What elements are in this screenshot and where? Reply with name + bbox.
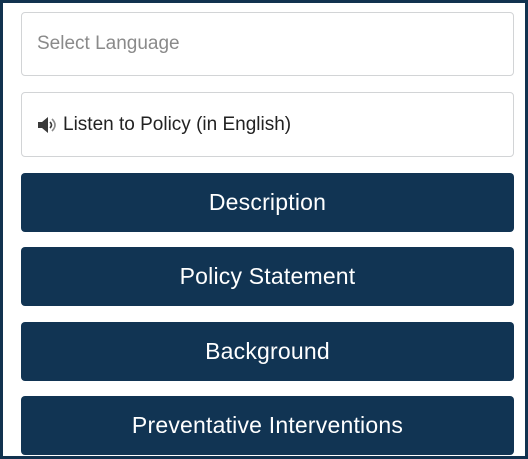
policy-statement-button-label: Policy Statement bbox=[179, 263, 356, 289]
listen-to-policy-label: Listen to Policy (in English) bbox=[63, 113, 292, 135]
language-select-placeholder: Select Language bbox=[37, 33, 180, 54]
description-button-label: Description bbox=[208, 189, 327, 215]
listen-to-policy-button[interactable]: Listen to Policy (in English) bbox=[21, 92, 514, 157]
policy-panel-frame: Select Language Listen to Policy (in Eng… bbox=[0, 0, 528, 459]
background-button[interactable]: Background bbox=[21, 322, 514, 381]
policy-statement-button[interactable]: Policy Statement bbox=[21, 247, 514, 306]
preventative-interventions-button[interactable]: Preventative Interventions bbox=[21, 396, 514, 455]
speaker-icon bbox=[36, 115, 58, 135]
background-button-label: Background bbox=[205, 338, 330, 364]
language-select[interactable]: Select Language bbox=[21, 12, 514, 76]
description-button[interactable]: Description bbox=[21, 173, 514, 232]
preventative-interventions-button-label: Preventative Interventions bbox=[131, 412, 404, 438]
